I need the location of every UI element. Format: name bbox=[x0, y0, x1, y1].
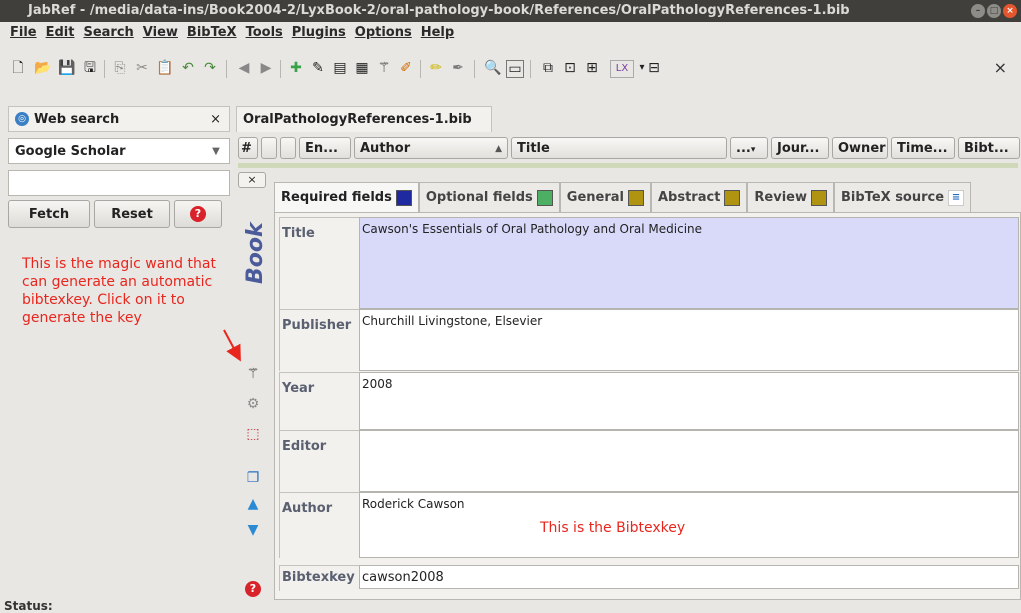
wand-arrow bbox=[223, 329, 241, 362]
color-swatch bbox=[811, 189, 828, 206]
next-entry-icon[interactable]: ▼ bbox=[245, 522, 261, 538]
column-more[interactable]: ...▾ bbox=[730, 137, 768, 159]
tab-review[interactable]: Review bbox=[747, 182, 835, 212]
chevron-down-icon: ▾ bbox=[750, 145, 756, 155]
column-blank1[interactable] bbox=[261, 137, 277, 159]
tab-optional-fields[interactable]: Optional fields bbox=[418, 182, 560, 212]
column-title[interactable]: Title bbox=[511, 137, 727, 159]
tab-label: Optional fields bbox=[425, 190, 533, 205]
tab-label: BibTeX source bbox=[841, 190, 945, 205]
tab-abstract[interactable]: Abstract bbox=[650, 182, 748, 212]
status-bar: Status: bbox=[4, 599, 53, 613]
tab-label: General bbox=[566, 190, 624, 205]
tab-bibtex-source[interactable]: BibTeX source ≡ bbox=[834, 182, 972, 212]
close-entry-icon[interactable]: × bbox=[238, 172, 266, 188]
title-label: Title bbox=[279, 217, 359, 309]
title-field[interactable]: Cawson's Essentials of Oral Pathology an… bbox=[359, 217, 1019, 309]
column-number[interactable]: # bbox=[238, 137, 258, 159]
entry-editor: Title Cawson's Essentials of Oral Pathol… bbox=[274, 212, 1021, 600]
year-label: Year bbox=[279, 372, 359, 430]
magic-wand-icon[interactable]: ⚚ bbox=[245, 366, 261, 382]
author-label: Author bbox=[279, 492, 359, 558]
column-more-label: ... bbox=[736, 141, 751, 156]
sort-up-icon: ▲ bbox=[495, 144, 502, 154]
column-journal[interactable]: Jour... bbox=[771, 137, 829, 159]
tab-label: Required fields bbox=[281, 190, 392, 205]
editor-label: Editor bbox=[279, 430, 359, 492]
tab-required-fields[interactable]: Required fields bbox=[274, 182, 419, 212]
column-author-label: Author bbox=[360, 141, 411, 156]
bibtexkey-field[interactable]: cawson2008 bbox=[359, 565, 1019, 589]
bibtexkey-annotation: This is the Bibtexkey bbox=[540, 520, 686, 536]
table-header: # En... Author ▲ Title ...▾ Jour... Owne… bbox=[238, 137, 1021, 163]
entry-tabs: Required fields Optional fields General … bbox=[274, 182, 1021, 212]
column-owner[interactable]: Owner bbox=[832, 137, 888, 159]
entry-side-toolbar: × Book ⚚ ⚙ ⬚ ❐ ▲ ▼ ? bbox=[238, 172, 268, 600]
column-timestamp[interactable]: Time... bbox=[891, 137, 955, 159]
tab-label: Review bbox=[754, 190, 808, 205]
copy-entry-icon[interactable]: ❐ bbox=[245, 470, 261, 486]
year-field[interactable]: 2008 bbox=[359, 372, 1019, 430]
pdf-icon[interactable]: ⬚ bbox=[245, 426, 261, 442]
help-icon[interactable]: ? bbox=[245, 580, 261, 597]
tab-general[interactable]: General bbox=[559, 182, 651, 212]
column-bibtexkey[interactable]: Bibt... bbox=[958, 137, 1020, 159]
source-icon: ≡ bbox=[948, 189, 965, 206]
previous-entry-icon[interactable]: ▲ bbox=[245, 496, 261, 512]
color-swatch bbox=[536, 189, 553, 206]
color-swatch bbox=[724, 189, 741, 206]
entry-type-text: Book bbox=[243, 221, 268, 284]
column-blank2[interactable] bbox=[280, 137, 296, 159]
author-field[interactable]: Roderick Cawson bbox=[359, 492, 1019, 558]
color-swatch bbox=[627, 189, 644, 206]
tab-label: Abstract bbox=[657, 190, 721, 205]
publisher-label: Publisher bbox=[279, 309, 359, 371]
selected-row-strip[interactable] bbox=[238, 163, 1018, 168]
entry-type-label: Book bbox=[243, 221, 268, 284]
bibtexkey-label: Bibtexkey bbox=[279, 565, 359, 591]
database-tab[interactable]: OralPathologyReferences-1.bib bbox=[236, 106, 492, 132]
gear-icon[interactable]: ⚙ bbox=[245, 396, 261, 412]
column-entrytype[interactable]: En... bbox=[299, 137, 351, 159]
color-swatch bbox=[395, 189, 412, 206]
editor-field[interactable] bbox=[359, 430, 1019, 492]
publisher-field[interactable]: Churchill Livingstone, Elsevier bbox=[359, 309, 1019, 371]
column-author[interactable]: Author ▲ bbox=[354, 137, 508, 159]
